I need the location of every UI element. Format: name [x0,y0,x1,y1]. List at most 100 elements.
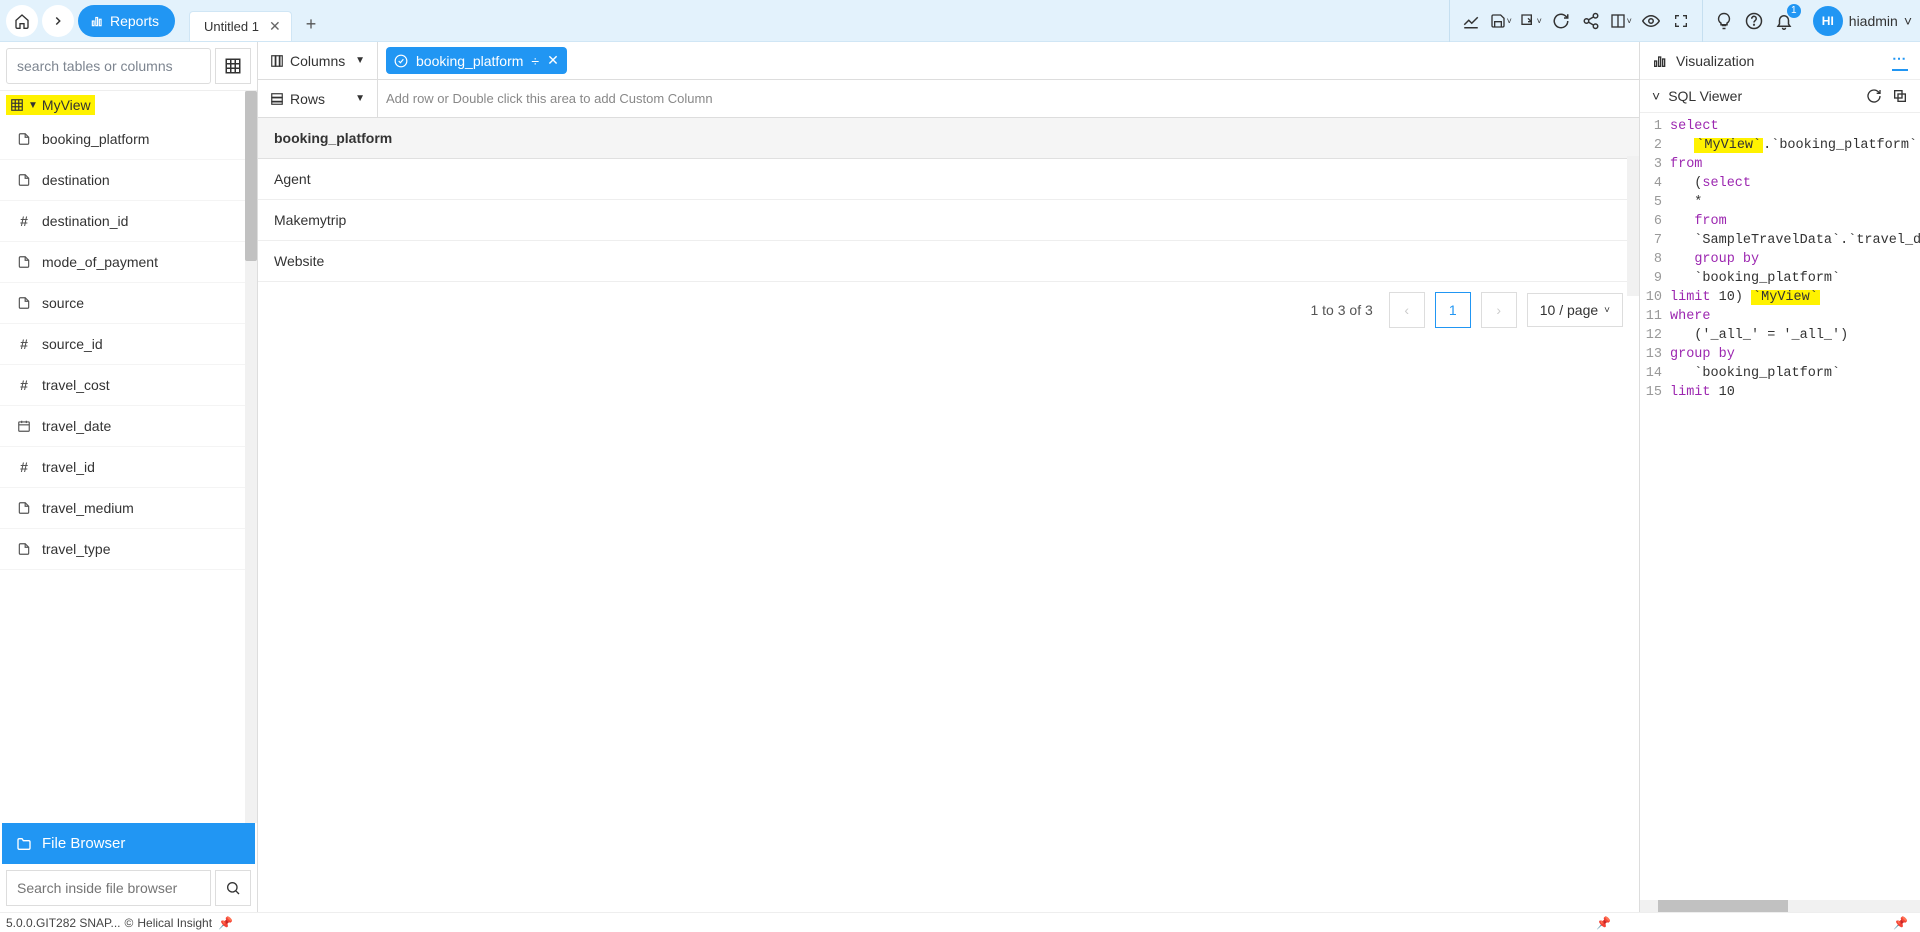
rows-shelf-toggle[interactable]: Rows ▼ [258,80,378,117]
field-item[interactable]: destination [0,160,257,201]
notifications-button[interactable]: 1 [1769,6,1799,36]
layout-button[interactable]: ˅ [1606,6,1636,36]
user-menu[interactable]: HI hiadmin ˅ [1805,6,1920,36]
columns-shelf-body[interactable]: booking_platform ÷ ✕ [378,43,1639,78]
hint-button[interactable] [1709,6,1739,36]
table-name: MyView [42,97,91,113]
version-text: 5.0.0.GIT282 SNAP... [6,916,121,930]
table-node-myview[interactable]: ▼ MyView [6,95,95,115]
sql-line: 14 `booking_platform` [1640,364,1920,383]
eye-icon [1642,12,1660,30]
data-scrollbar[interactable] [1627,156,1639,296]
visualization-menu-button[interactable]: ⋯ [1892,50,1908,71]
save-button[interactable]: ˅ [1486,6,1516,36]
table-row[interactable]: Agent [258,159,1639,200]
field-item[interactable]: #travel_id [0,447,257,488]
help-button[interactable] [1739,6,1769,36]
column-pill-booking-platform[interactable]: booking_platform ÷ ✕ [386,47,567,74]
pill-remove-button[interactable]: ✕ [547,52,559,69]
field-item[interactable]: mode_of_payment [0,242,257,283]
line-chart-icon [1462,12,1480,30]
prev-page-button[interactable]: ‹ [1389,292,1425,328]
share-icon [1582,12,1600,30]
tab-close-button[interactable]: ✕ [269,18,281,35]
next-page-button[interactable]: › [1481,292,1517,328]
sidebar: ▼ MyView booking_platformdestination#des… [0,42,258,912]
pin-left-button[interactable]: 📌 [212,916,239,930]
field-item[interactable]: #source_id [0,324,257,365]
tab-untitled[interactable]: Untitled 1 ✕ [189,11,292,41]
field-label: source [42,295,84,311]
copy-icon [1892,88,1908,104]
field-item[interactable]: travel_type [0,529,257,570]
columns-shelf-toggle[interactable]: Columns ▼ [258,42,378,79]
help-icon [1745,12,1763,30]
chevron-down-icon: ˅ [1904,13,1912,29]
share-button[interactable] [1576,6,1606,36]
sql-refresh-button[interactable] [1866,88,1882,104]
page-size-label: 10 / page [1540,302,1598,318]
tab-add-button[interactable]: + [298,8,325,41]
pin-right-button[interactable]: 📌 [1887,916,1914,930]
save-icon [1490,13,1506,29]
file-browser-search-button[interactable] [215,870,251,906]
preview-button[interactable] [1636,6,1666,36]
main: ▼ MyView booking_platformdestination#des… [0,42,1920,912]
line-number: 13 [1640,347,1670,362]
rows-label: Rows [290,91,325,107]
breadcrumb-next-button[interactable] [42,5,74,37]
refresh-button[interactable] [1546,6,1576,36]
sql-line: 6 from [1640,212,1920,231]
chart-type-button[interactable] [1456,6,1486,36]
line-number: 3 [1640,157,1670,172]
rows-shelf: Rows ▼ Add row or Double click this area… [258,80,1639,118]
table-row[interactable]: Website [258,241,1639,282]
sql-copy-button[interactable] [1892,88,1908,104]
export-button[interactable]: ˅ [1516,6,1546,36]
field-item[interactable]: source [0,283,257,324]
breadcrumb-reports[interactable]: Reports [78,5,175,37]
line-number: 11 [1640,309,1670,324]
file-browser-search-input[interactable] [6,870,211,906]
breadcrumb-reports-label: Reports [110,13,159,29]
sql-code[interactable]: 1select2 `MyView`.`booking_platform` as3… [1640,113,1920,900]
column-header[interactable]: booking_platform [258,118,1639,159]
field-item[interactable]: travel_date [0,406,257,447]
field-item[interactable]: #destination_id [0,201,257,242]
sql-line: 2 `MyView`.`booking_platform` as [1640,136,1920,155]
field-label: travel_type [42,541,110,557]
user-name: hiadmin [1849,13,1898,29]
field-label: travel_date [42,418,111,434]
bar-chart-icon [1652,53,1668,69]
home-button[interactable] [6,5,38,37]
top-bar: Reports Untitled 1 ✕ + ˅ ˅ ˅ 1 [0,0,1920,42]
columns-icon [270,54,284,68]
grid-toggle-button[interactable] [215,48,251,84]
refresh-icon [1552,12,1570,30]
field-item[interactable]: #travel_cost [0,365,257,406]
line-number: 6 [1640,214,1670,229]
field-tree: ▼ MyView booking_platformdestination#des… [0,91,257,823]
text-field-icon [16,542,32,556]
search-input[interactable] [6,48,211,84]
export-icon [1520,13,1536,29]
page-1-button[interactable]: 1 [1435,292,1471,328]
rows-shelf-body[interactable]: Add row or Double click this area to add… [378,87,1639,110]
page-size-select[interactable]: 10 / page ˅ [1527,293,1623,327]
field-item[interactable]: travel_medium [0,488,257,529]
line-number: 8 [1640,252,1670,267]
sql-viewer-header[interactable]: ˅ SQL Viewer [1640,80,1920,113]
sql-horizontal-scrollbar[interactable] [1640,900,1920,912]
caret-down-icon: ▼ [355,55,365,66]
table-row[interactable]: Makemytrip [258,200,1639,241]
sidebar-scrollbar[interactable] [245,91,257,823]
data-grid: booking_platform AgentMakemytripWebsite … [258,118,1639,912]
line-number: 4 [1640,176,1670,191]
number-field-icon: # [16,213,32,229]
field-item[interactable]: booking_platform [0,119,257,160]
file-browser-header[interactable]: File Browser [2,823,255,864]
pin-center-button[interactable]: 📌 [1590,916,1617,930]
fullscreen-button[interactable] [1666,6,1696,36]
pill-label: booking_platform [416,53,523,69]
text-field-icon [16,296,32,310]
